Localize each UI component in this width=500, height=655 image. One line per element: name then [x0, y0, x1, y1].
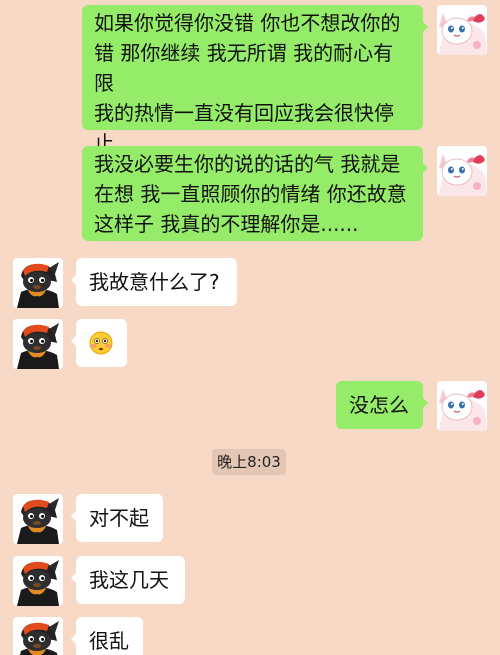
contact-avatar[interactable]	[13, 319, 63, 369]
message-bubble-sent[interactable]: 如果你觉得你没错 你也不想改你的 错 那你继续 我无所谓 我的耐心有限 我的热情…	[82, 5, 428, 155]
self-avatar[interactable]	[437, 146, 487, 196]
message-line: 我的热情一直没有回应我会很快停	[94, 101, 394, 125]
self-avatar[interactable]	[437, 5, 487, 55]
message-line: 没怎么	[349, 393, 409, 417]
message-line: 我故意什么了?	[89, 270, 220, 294]
message-bubble-received[interactable]: 对不起	[71, 494, 163, 542]
contact-avatar[interactable]	[13, 617, 63, 655]
flushed-face-emoji	[89, 331, 113, 355]
message-bubble-sent[interactable]: 没怎么	[336, 381, 428, 429]
self-avatar[interactable]	[437, 381, 487, 431]
timestamp: 晚上8:03	[212, 449, 286, 475]
cartoon-dog-cap-avatar-icon	[13, 494, 63, 544]
message-line: 我这几天	[89, 568, 169, 592]
message-line: 如果你觉得你没错 你也不想改你的	[94, 11, 401, 35]
message-line: 对不起	[89, 506, 149, 530]
message-line: 我没必要生你的说的话的气 我就是	[94, 152, 401, 176]
cartoon-cat-avatar-icon	[437, 5, 487, 55]
cartoon-dog-cap-avatar-icon	[13, 617, 63, 655]
cartoon-dog-cap-avatar-icon	[13, 319, 63, 369]
message-bubble-sent[interactable]: 我没必要生你的说的话的气 我就是 在想 我一直照顾你的情绪 你还故意 这样子 我…	[82, 146, 428, 241]
cartoon-dog-cap-avatar-icon	[13, 556, 63, 606]
contact-avatar[interactable]	[13, 556, 63, 606]
message-bubble-received[interactable]	[71, 319, 127, 367]
message-line: 很乱	[89, 629, 129, 653]
message-line: 在想 我一直照顾你的情绪 你还故意	[94, 182, 407, 206]
cartoon-dog-cap-avatar-icon	[13, 258, 63, 308]
cartoon-cat-avatar-icon	[437, 381, 487, 431]
message-line: 错 那你继续 我无所谓 我的耐心有限	[94, 41, 394, 95]
message-bubble-received[interactable]: 我这几天	[71, 556, 185, 604]
contact-avatar[interactable]	[13, 494, 63, 544]
contact-avatar[interactable]	[13, 258, 63, 308]
message-bubble-received[interactable]: 很乱	[71, 617, 143, 655]
message-bubble-received[interactable]: 我故意什么了?	[71, 258, 237, 306]
cartoon-cat-avatar-icon	[437, 146, 487, 196]
chat-window: 如果你觉得你没错 你也不想改你的 错 那你继续 我无所谓 我的耐心有限 我的热情…	[0, 0, 500, 655]
message-line: 这样子 我真的不理解你是......	[94, 212, 359, 236]
